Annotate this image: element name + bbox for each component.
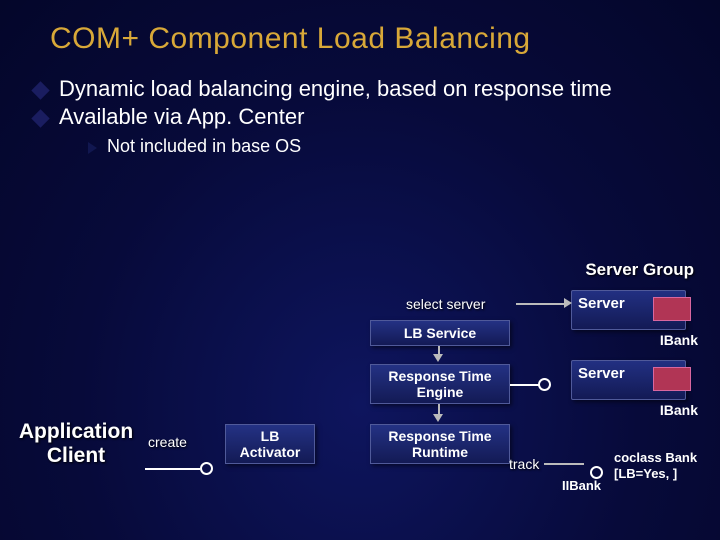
lb-activator-box: LB Activator <box>225 424 315 464</box>
lba-text-2: Activator <box>240 444 301 460</box>
arrow-right-icon <box>564 298 572 308</box>
track-label: track <box>509 456 539 472</box>
component-icon <box>653 367 691 391</box>
rtr-text-2: Runtime <box>412 444 468 460</box>
appclient-text-2: Client <box>47 444 105 467</box>
coclass-line2: [LB=Yes, ] <box>614 466 677 481</box>
connector <box>145 468 200 470</box>
server-group-label: Server Group <box>585 260 694 280</box>
connector <box>516 303 566 305</box>
response-time-runtime-box: Response Time Runtime <box>370 424 510 464</box>
arrow-down-icon <box>433 354 443 362</box>
component-icon <box>653 297 691 321</box>
architecture-diagram: Server Group Server IBank Server IBank s… <box>0 0 720 540</box>
server-box-1: Server <box>571 290 686 330</box>
coclass-annotation: coclass Bank [LB=Yes, ] <box>614 450 697 481</box>
connector <box>544 463 584 465</box>
server-box-2: Server <box>571 360 686 400</box>
server-text-1: Server <box>578 295 625 312</box>
ibank-label-1: IBank <box>660 332 698 348</box>
response-time-engine-box: Response Time Engine <box>370 364 510 404</box>
iibank-label: IIBank <box>562 478 601 494</box>
application-client-label: Application Client <box>6 420 146 468</box>
select-server-label: select server <box>406 296 485 312</box>
lb-service-text: LB Service <box>404 325 476 341</box>
lb-service-box: LB Service <box>370 320 510 346</box>
appclient-text-1: Application <box>19 420 133 443</box>
rte-text-1: Response Time <box>388 368 491 384</box>
server-text-2: Server <box>578 365 625 382</box>
ibank-label-2: IBank <box>660 402 698 418</box>
arrow-down-icon <box>433 414 443 422</box>
rte-text-2: Engine <box>417 384 464 400</box>
connector <box>510 384 540 386</box>
lba-text-1: LB <box>261 428 280 444</box>
coclass-line1: coclass Bank <box>614 450 697 465</box>
interface-lollipop-icon <box>538 378 551 391</box>
rtr-text-1: Response Time <box>388 428 491 444</box>
create-label: create <box>148 434 187 450</box>
interface-lollipop-icon <box>200 462 213 475</box>
